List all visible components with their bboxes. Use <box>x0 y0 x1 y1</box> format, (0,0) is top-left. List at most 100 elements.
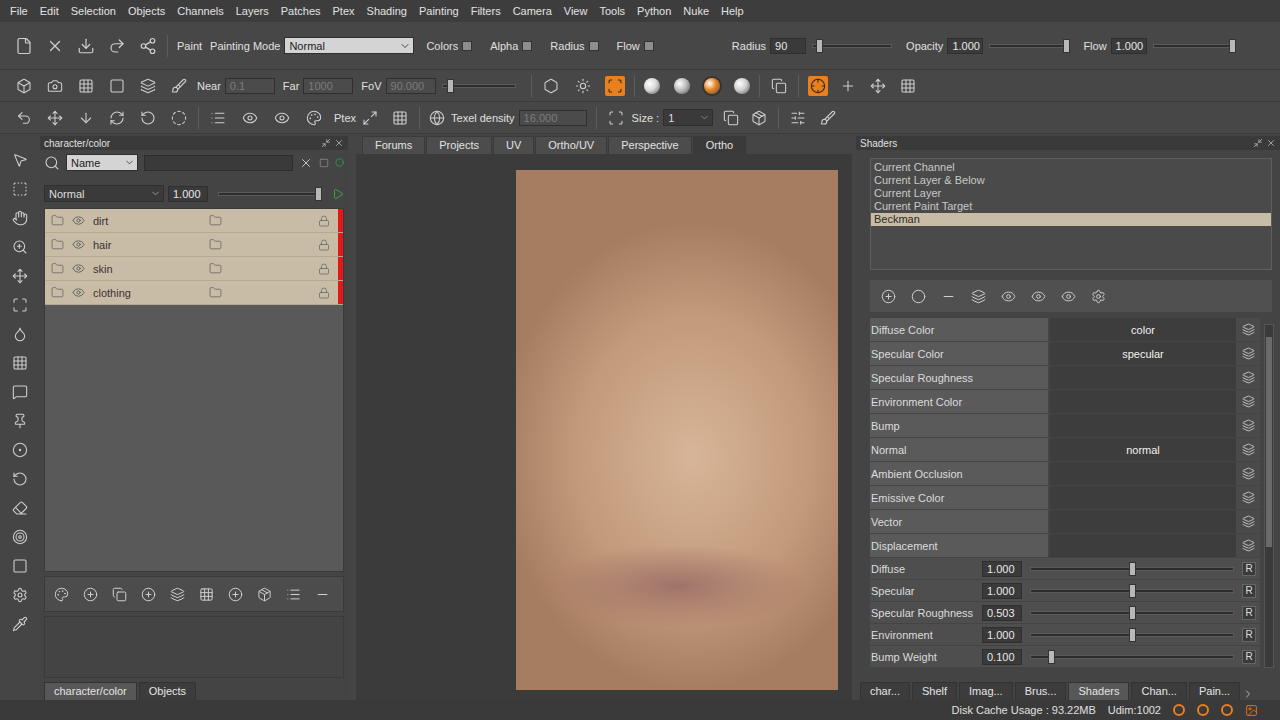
globe-icon[interactable] <box>429 110 445 126</box>
close-icon[interactable] <box>1266 138 1276 148</box>
slider-thumb[interactable] <box>816 39 823 53</box>
tool-button[interactable] <box>272 108 292 128</box>
menu-item[interactable]: Python <box>631 5 677 17</box>
reset-button[interactable]: R <box>1242 584 1256 598</box>
tool-button[interactable] <box>240 108 260 128</box>
menu-item[interactable]: Ptex <box>327 5 361 17</box>
eraser-icon[interactable] <box>12 500 28 516</box>
toggle-checkbox[interactable] <box>462 41 472 51</box>
comment-icon[interactable] <box>12 384 28 400</box>
painting-mode-dropdown[interactable]: Normal <box>284 37 414 54</box>
visibility-icon[interactable] <box>72 238 85 251</box>
menu-item[interactable]: Help <box>715 5 750 17</box>
menu-item[interactable]: File <box>4 5 34 17</box>
grid-icon[interactable] <box>12 355 28 371</box>
blend-dropdown[interactable]: Normal <box>44 185 164 202</box>
tool-button[interactable] <box>107 36 127 56</box>
slider-thumb[interactable] <box>1048 650 1055 664</box>
tool-button[interactable] <box>169 76 189 96</box>
tool-button[interactable] <box>169 108 189 128</box>
pipette-icon[interactable] <box>12 616 28 632</box>
shading-ball[interactable] <box>644 78 660 94</box>
link-icon[interactable] <box>1242 323 1255 336</box>
dock-tab[interactable]: Pain... <box>1189 682 1240 700</box>
tool-button[interactable] <box>10 208 30 228</box>
eye-icon[interactable] <box>274 110 290 126</box>
link-icon[interactable] <box>1242 467 1255 480</box>
shader-target[interactable]: Current Channel <box>871 161 1271 174</box>
clone-icon[interactable] <box>12 529 28 545</box>
folder-icon[interactable] <box>209 262 222 275</box>
settings-icon[interactable] <box>12 587 28 603</box>
menu-item[interactable]: Channels <box>171 5 229 17</box>
chevron-down-icon[interactable] <box>699 112 710 123</box>
menu-item[interactable]: Edit <box>34 5 65 17</box>
tool-button[interactable] <box>10 614 30 634</box>
tool-button[interactable] <box>208 108 228 128</box>
shader-slider[interactable] <box>1030 589 1234 593</box>
property-button[interactable] <box>1236 486 1260 509</box>
viewport-render[interactable] <box>516 170 838 690</box>
panel-tab[interactable]: character/color <box>44 682 137 700</box>
menu-item[interactable]: Tools <box>593 5 631 17</box>
drop-icon[interactable] <box>12 326 28 342</box>
tool-button[interactable] <box>998 286 1018 306</box>
search-input[interactable] <box>144 155 293 171</box>
tool-button[interactable] <box>10 498 30 518</box>
reset-button[interactable]: R <box>1242 628 1256 642</box>
property-button[interactable] <box>1236 390 1260 413</box>
orbit-icon[interactable] <box>140 110 156 126</box>
rotate-icon[interactable] <box>109 110 125 126</box>
property-button[interactable] <box>1236 510 1260 533</box>
tool-button[interactable] <box>107 76 127 96</box>
list-icon[interactable] <box>286 587 301 602</box>
reset-button[interactable]: R <box>1242 606 1256 620</box>
tool-button[interactable] <box>878 286 898 306</box>
shading-ball[interactable] <box>734 78 750 94</box>
slider-field[interactable]: 0.503 <box>982 605 1022 621</box>
menu-item[interactable]: Objects <box>122 5 171 17</box>
eye-icon[interactable] <box>1001 289 1016 304</box>
adjust-layer-icon[interactable] <box>141 587 156 602</box>
add-icon[interactable] <box>228 587 243 602</box>
slider-thumb[interactable] <box>315 187 322 201</box>
eye-icon[interactable] <box>1061 289 1076 304</box>
chevron-down-icon[interactable] <box>150 188 161 199</box>
pointer-icon[interactable] <box>12 152 28 168</box>
snap-button[interactable] <box>808 76 828 96</box>
tool-button[interactable] <box>283 584 303 604</box>
tool-button[interactable] <box>254 584 274 604</box>
tool-button[interactable] <box>76 108 96 128</box>
shader-target[interactable]: Current Layer <box>871 187 1271 200</box>
slider-thumb[interactable] <box>1129 562 1136 576</box>
menu-item[interactable]: Nuke <box>677 5 715 17</box>
folder-icon[interactable] <box>209 238 222 251</box>
panel-tab[interactable]: Objects <box>139 682 196 700</box>
camera-icon[interactable] <box>47 78 63 94</box>
link-icon[interactable] <box>1242 539 1255 552</box>
copy-icon[interactable] <box>771 78 787 94</box>
dock-tab[interactable]: Shaders <box>1068 682 1129 700</box>
slider-thumb[interactable] <box>1229 39 1236 53</box>
shading-ball[interactable] <box>704 78 720 94</box>
link-icon[interactable] <box>1242 491 1255 504</box>
shader-icon[interactable] <box>911 289 926 304</box>
tool-button[interactable] <box>818 108 838 128</box>
chevron-down-icon[interactable] <box>124 157 135 168</box>
property-input[interactable] <box>1050 462 1236 485</box>
property-button[interactable] <box>1236 438 1260 461</box>
tool-button[interactable] <box>10 411 30 431</box>
lasso-icon[interactable] <box>171 110 187 126</box>
property-input[interactable]: specular <box>1050 342 1236 365</box>
property-input[interactable] <box>1050 510 1236 533</box>
property-input[interactable] <box>1050 366 1236 389</box>
property-input[interactable] <box>1050 414 1236 437</box>
tool-button[interactable] <box>109 584 129 604</box>
target-icon[interactable] <box>12 442 28 458</box>
menu-item[interactable]: Layers <box>230 5 275 17</box>
viewport-tab[interactable]: Ortho <box>693 136 747 154</box>
tool-button[interactable] <box>1028 286 1048 306</box>
dock-tab[interactable]: Shelf <box>912 682 957 700</box>
tool-button[interactable] <box>45 76 65 96</box>
menu-item[interactable]: Patches <box>275 5 327 17</box>
